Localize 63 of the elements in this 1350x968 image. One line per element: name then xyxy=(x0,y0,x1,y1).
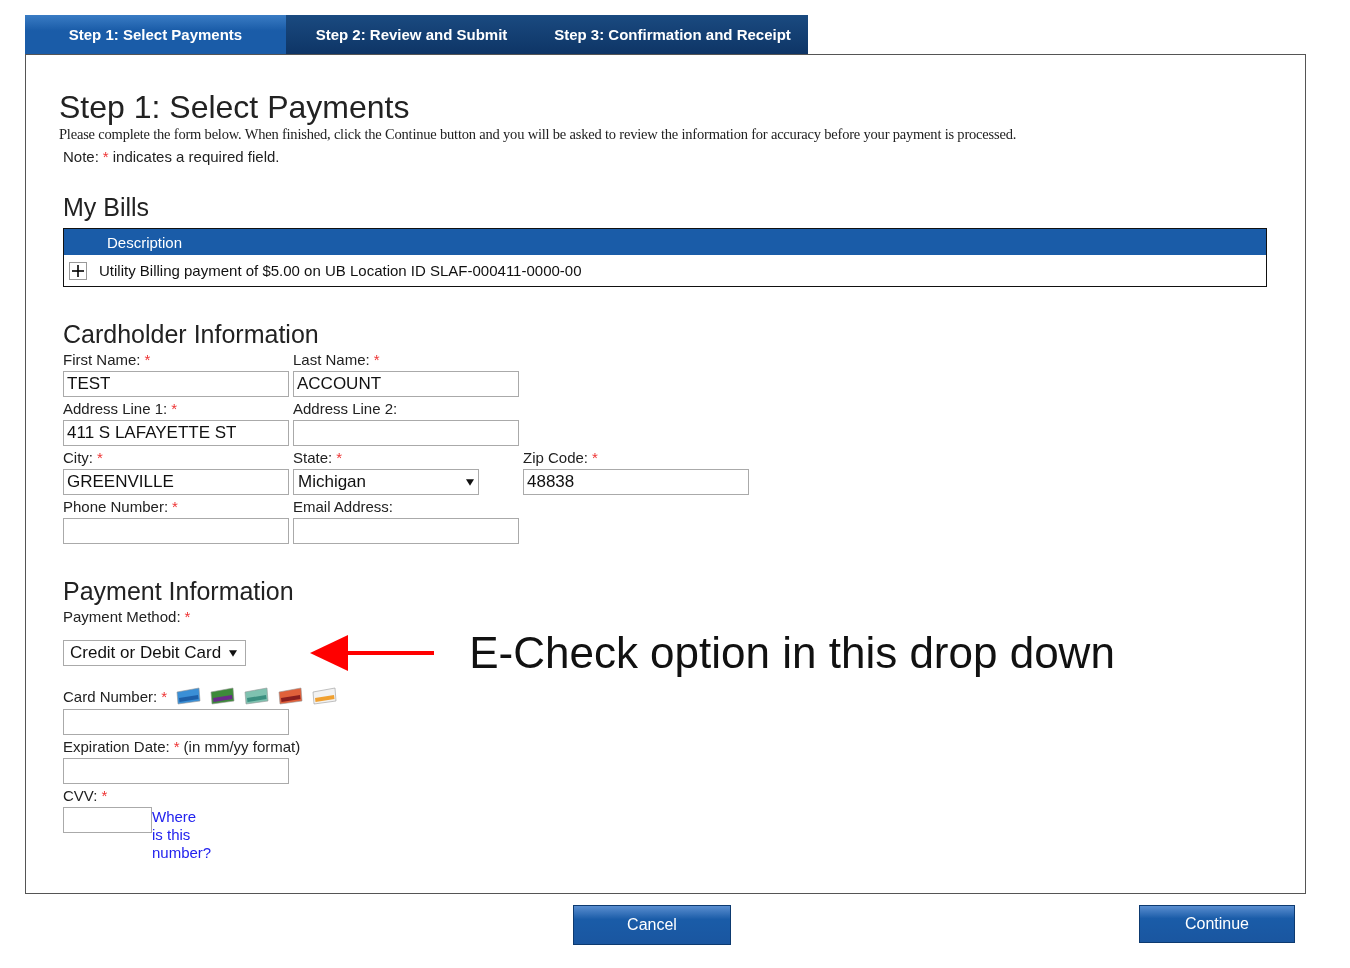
required-mark: * xyxy=(173,738,180,755)
card-icon xyxy=(277,687,304,705)
step-tab[interactable]: Step 2: Review and Submit xyxy=(286,15,537,54)
format-hint: (in mm/yy format) xyxy=(183,738,301,755)
action-button[interactable]: Continue xyxy=(1139,905,1295,943)
input-field[interactable] xyxy=(63,758,289,784)
section-heading: Cardholder Information xyxy=(63,320,320,348)
note-label: Note: xyxy=(63,148,99,165)
field-label: Payment Method: xyxy=(63,608,181,625)
card-icon xyxy=(209,687,236,705)
required-mark: * xyxy=(101,787,108,804)
column-header: Description xyxy=(107,233,183,251)
instructions-text: Please complete the form below. When finished, click the Continue button and you will be asked to review the information for accuracy before your payment is processed. xyxy=(59,125,1018,143)
input-field[interactable]: GREENVILLE xyxy=(63,469,289,495)
required-mark: * xyxy=(373,351,380,368)
field-label: Address Line 1: xyxy=(63,400,168,417)
page-title: Step 1: Select Payments xyxy=(59,89,411,125)
table-cell: Utility Billing payment of $5.00 on UB Location ID SLAF-000411-0000-00 xyxy=(99,262,582,279)
input-field[interactable] xyxy=(63,518,289,544)
annotation-text: E-Check option in this drop down xyxy=(469,628,1115,678)
required-mark: * xyxy=(97,449,103,466)
section-heading: My Bills xyxy=(63,193,151,221)
field-label: Phone Number: xyxy=(63,498,169,515)
arrow-icon xyxy=(310,635,437,671)
required-mark: * xyxy=(161,687,168,705)
field-label: State: xyxy=(293,449,333,466)
field-label: Last Name: xyxy=(293,351,370,368)
input-field[interactable] xyxy=(63,807,152,833)
required-mark: * xyxy=(171,400,178,417)
step-tab[interactable]: Step 3: Confirmation and Receipt xyxy=(537,15,808,54)
required-mark: * xyxy=(144,351,151,368)
payment-method-dropdown[interactable]: Credit or Debit Card xyxy=(63,640,247,666)
field-label: Zip Code: xyxy=(523,449,589,466)
field-label: CVV: xyxy=(63,787,98,804)
field-label: Card Number: xyxy=(63,687,158,705)
input-field[interactable] xyxy=(63,709,289,735)
field-label: Address Line 2: xyxy=(293,400,398,417)
caret-icon xyxy=(466,478,474,486)
required-mark: * xyxy=(336,449,343,466)
action-button[interactable]: Cancel xyxy=(573,905,731,945)
caret-icon xyxy=(229,649,238,657)
card-icon xyxy=(175,687,202,705)
state-dropdown[interactable]: Michigan xyxy=(293,469,479,495)
input-field[interactable]: TEST xyxy=(63,371,289,397)
required-mark: * xyxy=(102,148,109,165)
field-label: City: xyxy=(63,449,93,466)
required-mark: * xyxy=(592,449,598,466)
input-field[interactable]: 411 S LAFAYETTE ST xyxy=(63,420,289,446)
input-field[interactable]: 48838 xyxy=(523,469,749,495)
field-label: First Name: xyxy=(63,351,141,368)
step-tab[interactable]: Step 1: Select Payments xyxy=(25,15,286,54)
card-icon xyxy=(311,687,338,705)
expand-icon[interactable] xyxy=(69,261,87,280)
required-mark: * xyxy=(172,498,178,515)
card-icon xyxy=(243,687,270,705)
field-label: Expiration Date: xyxy=(63,738,170,755)
input-field[interactable] xyxy=(293,518,519,544)
note-text: indicates a required field. xyxy=(112,148,280,165)
input-field[interactable] xyxy=(293,420,519,446)
required-mark: * xyxy=(184,608,191,625)
section-heading: Payment Information xyxy=(63,577,295,605)
input-field[interactable]: ACCOUNT xyxy=(293,371,519,397)
field-label: Email Address: xyxy=(293,498,394,515)
